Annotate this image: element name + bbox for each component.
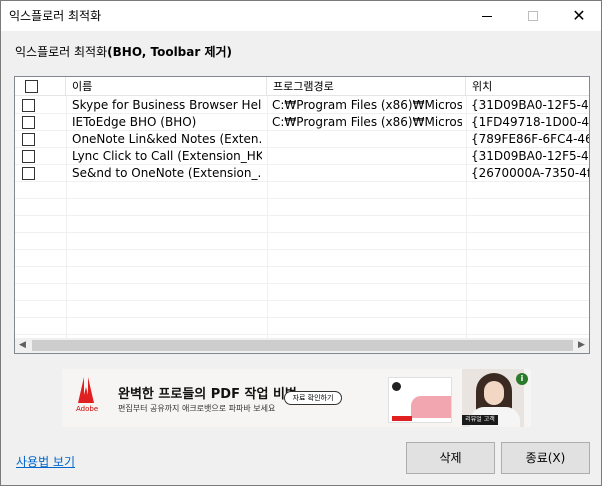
- scroll-left-icon[interactable]: ◀: [15, 338, 30, 353]
- ad-brand: Adobe: [76, 405, 99, 413]
- minimize-button[interactable]: [464, 1, 510, 31]
- row-location: {31D09BA0-12F5-4CCE: [471, 149, 589, 163]
- row-path: C:₩Program Files (x86)₩Micros...: [272, 98, 462, 112]
- close-icon: ✕: [572, 6, 586, 25]
- exit-button[interactable]: 종료(X): [501, 442, 590, 474]
- ad-cta-button[interactable]: 자료 확인하기: [284, 391, 342, 405]
- app-window: 익스플로러 최적화 ✕ 익스플로러 최적화(BHO, Toolbar 제거) 이…: [0, 0, 602, 486]
- row-checkbox[interactable]: [22, 133, 35, 146]
- ad-headline: 완벽한 프로들의 PDF 작업 비법: [118, 387, 297, 402]
- table-row[interactable]: OneNote Lin&ked Notes (Exten... {789FE86F…: [15, 131, 589, 148]
- maximize-icon: [528, 11, 538, 21]
- column-header-name[interactable]: 이름: [66, 77, 267, 96]
- table-row[interactable]: Skype for Business Browser Hel... C:₩Prog…: [15, 97, 589, 114]
- row-path: [272, 131, 462, 148]
- row-checkbox[interactable]: [22, 167, 35, 180]
- row-checkbox[interactable]: [22, 99, 35, 112]
- horizontal-scrollbar[interactable]: ◀ ▶: [15, 338, 589, 353]
- row-checkbox[interactable]: [22, 150, 35, 163]
- ad-screen-image: [388, 377, 452, 423]
- empty-row: [15, 318, 589, 335]
- empty-row: [15, 301, 589, 318]
- window-title: 익스플로러 최적화: [9, 9, 102, 23]
- adobe-logo-icon: [78, 377, 94, 403]
- row-path: [272, 165, 462, 182]
- title-bar: 익스플로러 최적화 ✕: [1, 1, 601, 31]
- row-name: OneNote Lin&ked Notes (Exten...: [72, 132, 262, 146]
- maximize-button: [510, 1, 556, 31]
- scroll-right-icon[interactable]: ▶: [574, 338, 589, 353]
- row-location: {31D09BA0-12F5-4CCE: [471, 98, 589, 112]
- info-icon[interactable]: i: [516, 373, 528, 385]
- minimize-icon: [482, 15, 492, 17]
- usage-guide-link[interactable]: 사용법 보기: [16, 453, 75, 470]
- ad-screen-circle: [392, 382, 401, 391]
- column-header-path[interactable]: 프로그램경로: [267, 77, 466, 96]
- ad-person-face: [484, 381, 504, 405]
- scroll-thumb[interactable]: [32, 340, 573, 351]
- list-header: 이름 프로그램경로 위치: [15, 77, 589, 96]
- ad-screen-bar: [392, 416, 412, 421]
- empty-row: [15, 250, 589, 267]
- row-path: C:₩Program Files (x86)₩Micros...: [272, 115, 462, 129]
- row-name: Skype for Business Browser Hel...: [72, 98, 262, 112]
- table-row[interactable]: Lync Click to Call (Extension_HK... {31D0…: [15, 148, 589, 165]
- row-name: Se&nd to OneNote (Extension_...: [72, 166, 262, 180]
- row-checkbox[interactable]: [22, 116, 35, 129]
- empty-row: [15, 284, 589, 301]
- heading-title: 익스플로러 최적화: [15, 45, 108, 59]
- row-name: Lync Click to Call (Extension_HK...: [72, 149, 262, 163]
- column-header-location[interactable]: 위치: [466, 77, 589, 96]
- ad-screen-wave: [411, 396, 451, 418]
- ad-subtext: 편집부터 공유까지 애크로뱃으로 파파바 보세요: [118, 404, 276, 413]
- empty-row: [15, 267, 589, 284]
- delete-button[interactable]: 삭제: [406, 442, 495, 474]
- ad-tag: 리뷰얼 고객: [462, 415, 498, 425]
- close-button[interactable]: ✕: [556, 1, 602, 31]
- table-row[interactable]: Se&nd to OneNote (Extension_... {2670000A…: [15, 165, 589, 182]
- empty-row: [15, 199, 589, 216]
- select-all-checkbox[interactable]: [25, 80, 38, 93]
- row-name: IEToEdge BHO (BHO): [72, 115, 197, 129]
- empty-row: [15, 233, 589, 250]
- empty-row: [15, 216, 589, 233]
- row-location: {789FE86F-6FC4-46A1: [471, 132, 589, 146]
- ad-banner[interactable]: Adobe 완벽한 프로들의 PDF 작업 비법 편집부터 공유까지 애크로뱃으…: [62, 369, 531, 427]
- page-heading: 익스플로러 최적화(BHO, Toolbar 제거): [15, 43, 232, 60]
- table-row[interactable]: IEToEdge BHO (BHO) C:₩Program Files (x86)…: [15, 114, 589, 131]
- row-location: {2670000A-7350-4f3: [471, 166, 589, 180]
- row-path: [272, 148, 462, 165]
- empty-row: [15, 182, 589, 199]
- heading-subtitle: (BHO, Toolbar 제거): [107, 45, 233, 59]
- select-all-header[interactable]: [15, 77, 66, 96]
- bho-list[interactable]: 이름 프로그램경로 위치 Skype for Business Browser …: [14, 76, 590, 354]
- row-location: {1FD49718-1D00-4B19: [471, 115, 589, 129]
